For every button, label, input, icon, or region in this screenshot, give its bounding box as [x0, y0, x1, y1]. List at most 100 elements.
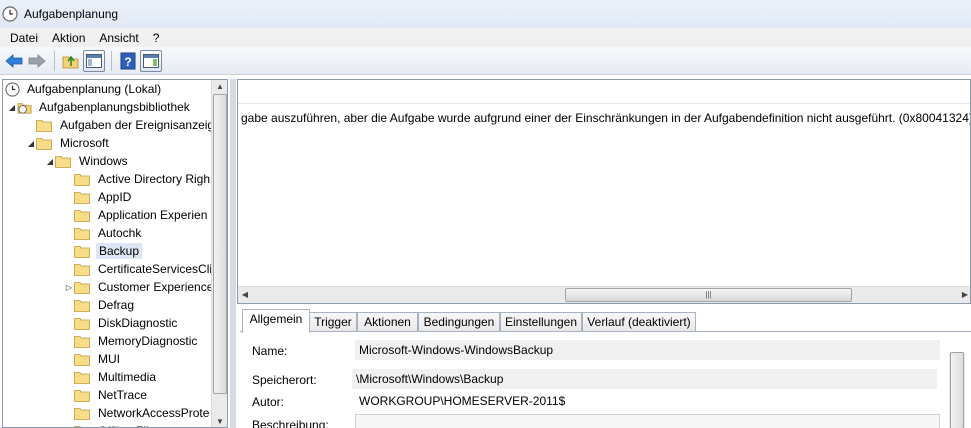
- folder-icon: [74, 299, 90, 312]
- tree-item[interactable]: DiskDiagnostic: [64, 314, 179, 332]
- tree-item-label: Customer Experience: [98, 280, 213, 294]
- tab-strip: Allgemein Trigger Aktionen Bedingungen E…: [237, 308, 971, 333]
- tree-item[interactable]: MUI: [64, 350, 122, 368]
- author-label: Autor:: [252, 395, 285, 409]
- help-button[interactable]: ?: [117, 50, 139, 72]
- tree-item-label: Aufgabenplanungsbibliothek: [39, 100, 190, 114]
- list-horizontal-scrollbar[interactable]: ◀ ||| ▶: [238, 286, 970, 303]
- menu-bar: Datei Aktion Ansicht ?: [0, 28, 971, 47]
- tree-item[interactable]: CertificateServicesCli: [64, 260, 213, 278]
- tree-item-label: Autochk: [98, 226, 142, 240]
- tree-item[interactable]: MemoryDiagnostic: [64, 332, 199, 350]
- tree-item[interactable]: NetTrace: [64, 386, 149, 404]
- tree-item-label: Defrag: [98, 298, 135, 312]
- tree-item-label: Application Experien: [98, 208, 208, 222]
- tree-item[interactable]: ◢ Microsoft: [26, 134, 111, 152]
- scroll-thumb[interactable]: [213, 94, 227, 394]
- back-arrow-icon: [5, 53, 23, 68]
- tab-bedingungen[interactable]: Bedingungen: [418, 312, 500, 332]
- tree-item-label: Windows: [79, 154, 128, 168]
- tab-aktionen[interactable]: Aktionen: [357, 312, 418, 332]
- tree-item[interactable]: NetworkAccessProte: [64, 404, 211, 422]
- scroll-down-arrow-icon[interactable]: ▼: [212, 415, 227, 427]
- details-vertical-scrollbar[interactable]: [949, 352, 965, 428]
- tab-allgemein[interactable]: Allgemein: [242, 309, 310, 333]
- tab-einstellungen[interactable]: Einstellungen: [500, 312, 582, 332]
- window-title: Aufgabenplanung: [24, 7, 119, 21]
- tree-item[interactable]: Active Directory Righ: [64, 170, 212, 188]
- folder-icon: [55, 155, 71, 168]
- up-folder-icon: [62, 55, 79, 68]
- tree-item-label: DiskDiagnostic: [98, 316, 178, 330]
- tree-item-label: Active Directory Righ: [98, 172, 211, 186]
- tree-item[interactable]: Application Experien: [64, 206, 209, 224]
- toolbar: ?: [0, 47, 971, 75]
- menu-datei[interactable]: Datei: [3, 31, 45, 45]
- toolbar-separator: [54, 50, 55, 71]
- up-level-button[interactable]: [60, 50, 82, 72]
- tree-item-label: AppID: [98, 190, 132, 204]
- tab-verlauf[interactable]: Verlauf (deaktiviert): [582, 312, 696, 332]
- collapsed-arrow-icon[interactable]: ▷: [64, 283, 74, 292]
- folder-icon: [74, 263, 90, 276]
- task-list-panel[interactable]: gabe auszuführen, aber die Aufgabe wurde…: [237, 79, 971, 304]
- tree-item-label: MUI: [98, 352, 120, 366]
- folder-icon: [74, 281, 90, 294]
- tree-item-label: NetworkAccessProte: [98, 406, 210, 420]
- task-library-icon: [17, 102, 32, 114]
- expanded-arrow-icon[interactable]: ◢: [26, 139, 36, 148]
- menu-ansicht[interactable]: Ansicht: [92, 31, 145, 45]
- tree-item-label: MemoryDiagnostic: [98, 334, 198, 348]
- tree-content: Aufgabenplanung (Lokal) ◢ Aufgabenplanun…: [3, 80, 213, 427]
- tree-item-root[interactable]: Aufgabenplanung (Lokal): [5, 80, 163, 98]
- scroll-left-arrow-icon[interactable]: ◀: [238, 288, 252, 302]
- location-field[interactable]: \Microsoft\Windows\Backup: [352, 369, 937, 389]
- tree-item[interactable]: AppID: [64, 188, 133, 206]
- tree-item[interactable]: Aufgaben der Ereignisanzeig: [26, 116, 213, 134]
- menu-aktion[interactable]: Aktion: [45, 31, 92, 45]
- tree-item-library[interactable]: ◢ Aufgabenplanungsbibliothek: [7, 98, 192, 116]
- clock-icon: [5, 81, 20, 97]
- folder-icon: [74, 173, 90, 186]
- folder-icon: [74, 209, 90, 222]
- list-header: [238, 80, 970, 104]
- scroll-up-arrow-icon[interactable]: ▲: [212, 80, 227, 94]
- forward-button[interactable]: [26, 50, 48, 72]
- folder-icon: [74, 335, 90, 348]
- tree-item-label: Offline Fil: [96, 424, 150, 427]
- description-field[interactable]: [355, 414, 940, 428]
- general-tab-content: Name: Microsoft-Windows-WindowsBackup Sp…: [240, 331, 971, 428]
- tree-item[interactable]: ▷ Customer Experience: [64, 278, 213, 296]
- tree-item[interactable]: ◢ Windows: [45, 152, 130, 170]
- clock-icon: [2, 6, 18, 22]
- scroll-thumb[interactable]: [950, 352, 964, 428]
- author-field[interactable]: WORKGROUP\HOMESERVER-2011$: [355, 391, 940, 411]
- show-hide-console-tree-button[interactable]: [83, 49, 105, 72]
- menu-help[interactable]: ?: [146, 31, 167, 45]
- tree-vertical-scrollbar[interactable]: ▲ ▼: [211, 80, 227, 427]
- show-hide-action-pane-button[interactable]: [140, 49, 162, 72]
- expanded-arrow-icon[interactable]: ◢: [7, 103, 17, 112]
- pane-splitter[interactable]: [230, 79, 236, 428]
- task-status-message: gabe auszuführen, aber die Aufgabe wurde…: [241, 111, 971, 125]
- name-field[interactable]: Microsoft-Windows-WindowsBackup: [355, 340, 940, 360]
- tree-item-label: NetTrace: [98, 388, 147, 402]
- console-tree[interactable]: Aufgabenplanung (Lokal) ◢ Aufgabenplanun…: [2, 79, 228, 428]
- tree-item[interactable]: Defrag: [64, 296, 136, 314]
- expanded-arrow-icon[interactable]: ◢: [45, 157, 55, 166]
- back-button[interactable]: [3, 50, 25, 72]
- tree-item[interactable]: Multimedia: [64, 368, 158, 386]
- folder-icon: [74, 407, 90, 420]
- tree-item[interactable]: Offline Fil: [64, 422, 150, 427]
- tree-item[interactable]: Backup: [64, 242, 143, 260]
- folder-icon: [74, 425, 82, 427]
- tree-item-label: Backup: [96, 243, 143, 259]
- forward-arrow-icon: [28, 53, 46, 68]
- folder-icon: [36, 119, 52, 132]
- scroll-right-arrow-icon[interactable]: ▶: [958, 288, 970, 302]
- tab-trigger[interactable]: Trigger: [309, 312, 357, 332]
- tree-item[interactable]: Autochk: [64, 224, 143, 242]
- scroll-thumb[interactable]: |||: [565, 288, 852, 302]
- folder-icon: [74, 317, 90, 330]
- show-hide-action-pane-icon: [143, 53, 159, 68]
